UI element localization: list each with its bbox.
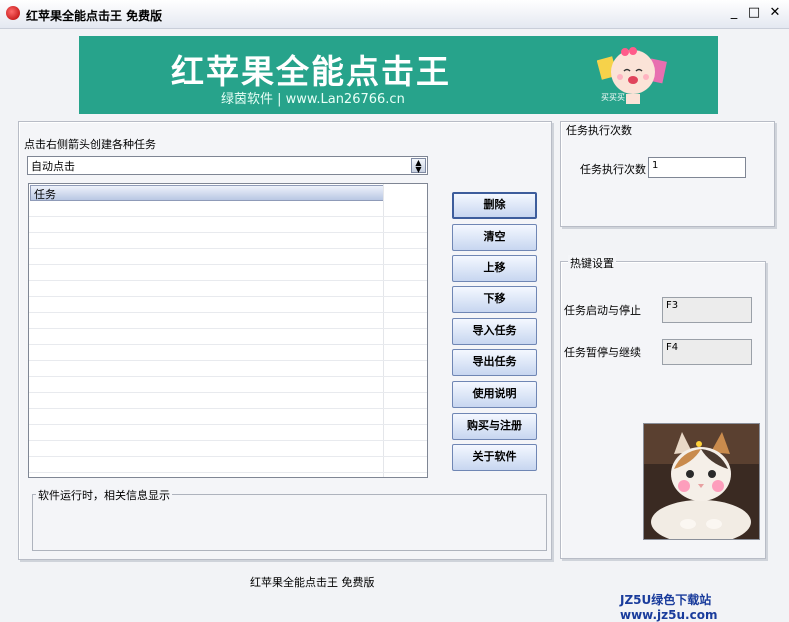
cat-image	[643, 423, 760, 540]
hotkey-group-label: 热键设置	[568, 255, 616, 271]
start-stop-label: 任务启动与停止	[564, 304, 641, 317]
pause-resume-hotkey-field[interactable]: F4	[662, 339, 752, 365]
minimize-button[interactable]: _	[726, 5, 742, 21]
shopping-mascot-icon: 买买买	[597, 47, 667, 104]
log-label: 软件运行时，相关信息显示	[36, 487, 172, 503]
list-grid-line	[29, 440, 427, 441]
column-divider	[383, 184, 384, 477]
list-grid-line	[29, 248, 427, 249]
move-up-button[interactable]: 上移	[452, 255, 537, 282]
watermark: JZ5U绿色下载站www.jz5u.com	[620, 593, 718, 622]
start-stop-hotkey-field[interactable]: F3	[662, 297, 752, 323]
list-grid-line	[29, 344, 427, 345]
delete-button[interactable]: 删除	[452, 192, 537, 219]
status-text: 红苹果全能点击王 免费版	[250, 576, 375, 589]
exec-group-label: 任务执行次数	[566, 124, 632, 137]
apple-app-icon	[6, 6, 20, 20]
window-title: 红苹果全能点击王 免费版	[26, 9, 163, 23]
maximize-button[interactable]: □	[746, 5, 762, 21]
task-list[interactable]: 任务	[28, 183, 428, 478]
list-grid-line	[29, 424, 427, 425]
about-button[interactable]: 关于软件	[452, 444, 537, 471]
pause-resume-label: 任务暂停与继续	[564, 346, 641, 359]
list-grid-line	[29, 472, 427, 473]
purchase-register-button[interactable]: 购买与注册	[452, 413, 537, 440]
banner-title: 红苹果全能点击王	[171, 52, 451, 91]
dropdown-arrow-icon[interactable]: ▲ ▼	[411, 158, 426, 174]
list-grid-line	[29, 280, 427, 281]
clear-button[interactable]: 清空	[452, 224, 537, 251]
list-grid-line	[29, 408, 427, 409]
list-grid-line	[29, 264, 427, 265]
help-button[interactable]: 使用说明	[452, 381, 537, 408]
export-task-button[interactable]: 导出任务	[452, 349, 537, 376]
move-down-button[interactable]: 下移	[452, 286, 537, 313]
list-grid-line	[29, 216, 427, 217]
title-bar: 红苹果全能点击王 免费版 _ □ ✕	[0, 0, 789, 29]
banner: 红苹果全能点击王 绿茵软件 | www.Lan26766.cn 买买买	[79, 36, 718, 114]
exec-count-input[interactable]: 1	[648, 157, 746, 178]
list-grid-line	[29, 312, 427, 313]
task-type-dropdown[interactable]: 自动点击 ▲ ▼	[27, 156, 428, 175]
close-button[interactable]: ✕	[767, 5, 783, 21]
list-grid-line	[29, 456, 427, 457]
mascot-caption: 买买买	[601, 93, 625, 102]
list-grid-line	[29, 296, 427, 297]
list-grid-line	[29, 376, 427, 377]
dropdown-value: 自动点击	[31, 160, 75, 173]
list-grid-line	[29, 360, 427, 361]
list-grid-line	[29, 328, 427, 329]
start-stop-hotkey: F3	[666, 300, 679, 311]
banner-subtitle: 绿茵软件 | www.Lan26766.cn	[221, 92, 405, 107]
exec-count-value: 1	[652, 160, 659, 171]
list-grid-line	[29, 392, 427, 393]
exec-field-label: 任务执行次数	[580, 163, 646, 176]
task-list-header[interactable]: 任务	[30, 185, 384, 201]
import-task-button[interactable]: 导入任务	[452, 318, 537, 345]
task-column-label: 任务	[34, 188, 56, 201]
pause-resume-hotkey: F4	[666, 342, 679, 353]
list-grid-line	[29, 232, 427, 233]
task-instruction: 点击右侧箭头创建各种任务	[24, 138, 156, 151]
